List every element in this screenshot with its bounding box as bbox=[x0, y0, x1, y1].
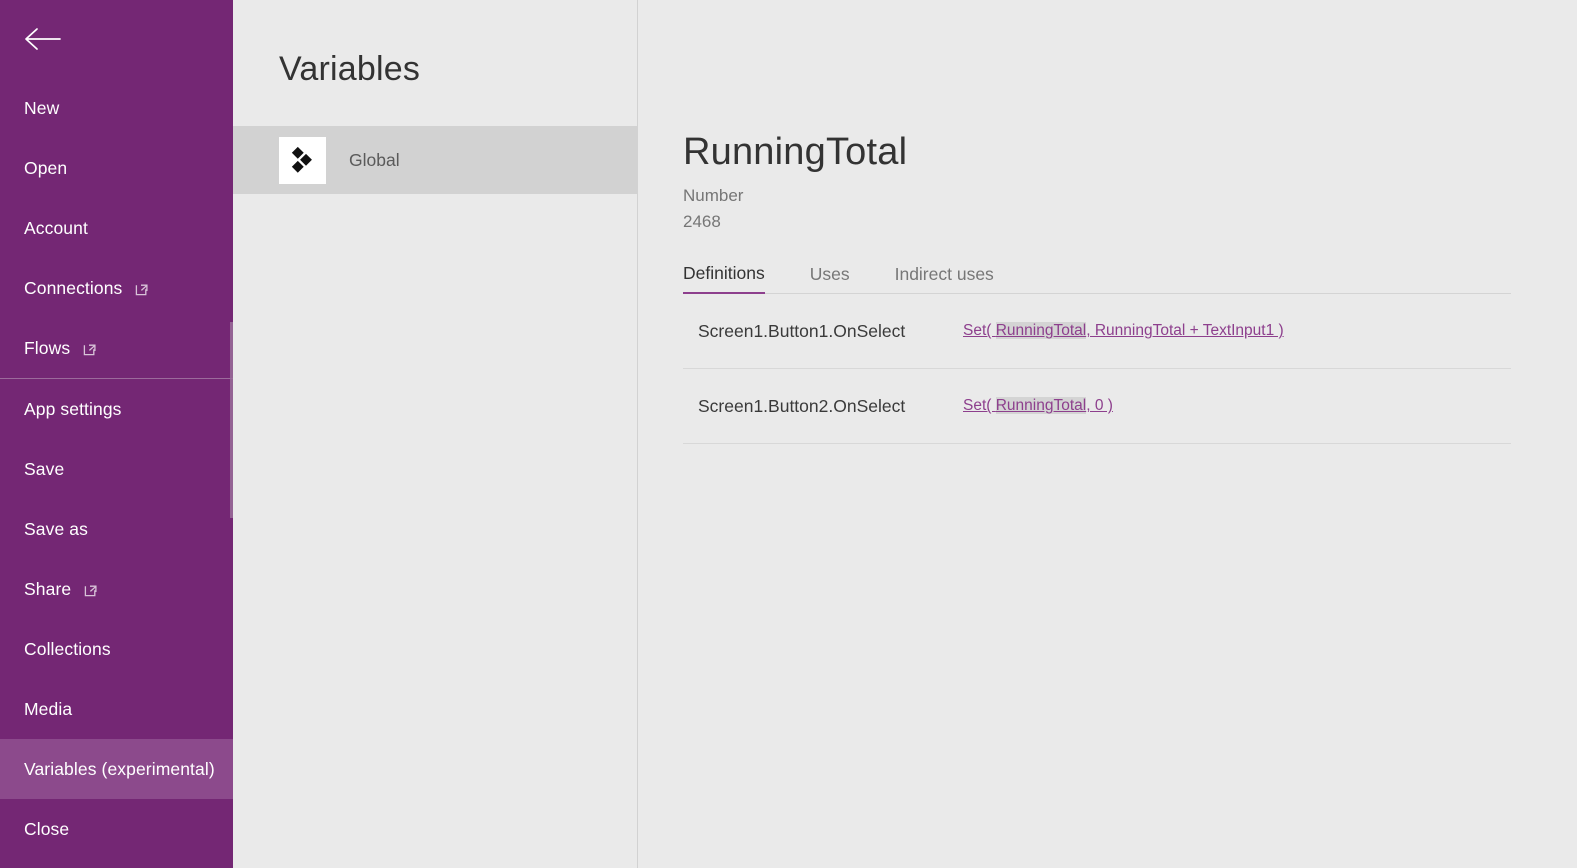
definition-formula-link[interactable]: Set( RunningTotal, 0 ) bbox=[963, 397, 1113, 415]
sidebar-item-label: Save as bbox=[24, 518, 88, 539]
sidebar-item-label: App settings bbox=[24, 398, 122, 419]
variable-name-heading: RunningTotal bbox=[683, 131, 908, 173]
back-arrow-icon bbox=[22, 26, 62, 52]
tab-definitions[interactable]: Definitions bbox=[683, 263, 765, 295]
formula-suffix: , RunningTotal + TextInput1 ) bbox=[1086, 322, 1284, 340]
formula-prefix: Set( bbox=[963, 322, 996, 340]
sidebar-item-label: Share bbox=[24, 578, 72, 599]
sidebar-item-label: Flows bbox=[24, 337, 71, 358]
variables-scope-list: Global bbox=[233, 126, 637, 194]
definition-formula-link[interactable]: Set( RunningTotal, RunningTotal + TextIn… bbox=[963, 322, 1284, 340]
detail-tabs: Definitions Uses Indirect uses bbox=[683, 263, 1511, 295]
sidebar-item-variables-experimental[interactable]: Variables (experimental) bbox=[0, 739, 233, 799]
left-nav-sidebar: New Open Account Connections Flows App settin… bbox=[0, 0, 233, 868]
variable-type-label: Number bbox=[683, 185, 744, 205]
sidebar-item-close[interactable]: Close bbox=[0, 799, 233, 859]
sidebar-item-label: Save bbox=[24, 458, 65, 479]
formula-variable-highlight: RunningTotal bbox=[995, 397, 1087, 415]
formula-suffix: , 0 ) bbox=[1086, 397, 1113, 415]
sidebar-item-label: Connections bbox=[24, 277, 123, 298]
sidebar-item-label: Open bbox=[24, 157, 68, 178]
sidebar-item-share[interactable]: Share bbox=[0, 559, 233, 619]
app-root: New Open Account Connections Flows App settin… bbox=[0, 0, 1577, 868]
page-title: Variables bbox=[279, 50, 421, 88]
table-row: Screen1.Button1.OnSelect Set( RunningTota… bbox=[683, 294, 1511, 370]
variable-detail-pane: RunningTotal Number 2468 Definitions Uses… bbox=[638, 0, 1577, 868]
open-external-icon bbox=[135, 281, 150, 296]
table-row: Screen1.Button2.OnSelect Set( RunningTota… bbox=[683, 369, 1511, 445]
formula-prefix: Set( bbox=[963, 397, 996, 415]
nav-list: New Open Account Connections Flows App settin… bbox=[0, 78, 233, 859]
sidebar-item-label: New bbox=[24, 97, 60, 118]
sidebar-item-flows[interactable]: Flows bbox=[0, 318, 233, 378]
definition-target: Screen1.Button2.OnSelect bbox=[698, 395, 906, 416]
sidebar-item-collections[interactable]: Collections bbox=[0, 619, 233, 679]
sidebar-item-label: Variables (experimental) bbox=[24, 758, 215, 779]
list-item-global[interactable]: Global bbox=[233, 126, 637, 194]
tab-uses[interactable]: Uses bbox=[810, 264, 850, 293]
open-external-icon bbox=[83, 341, 98, 356]
sidebar-item-media[interactable]: Media bbox=[0, 679, 233, 739]
variables-list-pane: Variables Global bbox=[233, 0, 638, 868]
list-item-label: Global bbox=[349, 149, 400, 170]
sidebar-item-connections[interactable]: Connections bbox=[0, 258, 233, 318]
sidebar-item-save-as[interactable]: Save as bbox=[0, 499, 233, 559]
definition-target: Screen1.Button1.OnSelect bbox=[698, 320, 906, 341]
sidebar-item-label: Account bbox=[24, 217, 88, 238]
sidebar-item-open[interactable]: Open bbox=[0, 138, 233, 198]
sidebar-item-account[interactable]: Account bbox=[0, 198, 233, 258]
formula-variable-highlight: RunningTotal bbox=[995, 322, 1087, 340]
back-button[interactable] bbox=[0, 0, 233, 78]
definitions-table: Screen1.Button1.OnSelect Set( RunningTota… bbox=[683, 294, 1511, 445]
tab-indirect-uses[interactable]: Indirect uses bbox=[895, 264, 994, 293]
sidebar-item-label: Media bbox=[24, 698, 73, 719]
sidebar-item-app-settings[interactable]: App settings bbox=[0, 379, 233, 439]
variables-diamonds-icon bbox=[279, 136, 326, 184]
variable-current-value: 2468 bbox=[683, 211, 721, 231]
sidebar-item-label: Collections bbox=[24, 638, 111, 659]
sidebar-item-label: Close bbox=[24, 818, 70, 839]
sidebar-item-new[interactable]: New bbox=[0, 78, 233, 138]
open-external-icon bbox=[84, 582, 99, 597]
sidebar-item-save[interactable]: Save bbox=[0, 439, 233, 499]
